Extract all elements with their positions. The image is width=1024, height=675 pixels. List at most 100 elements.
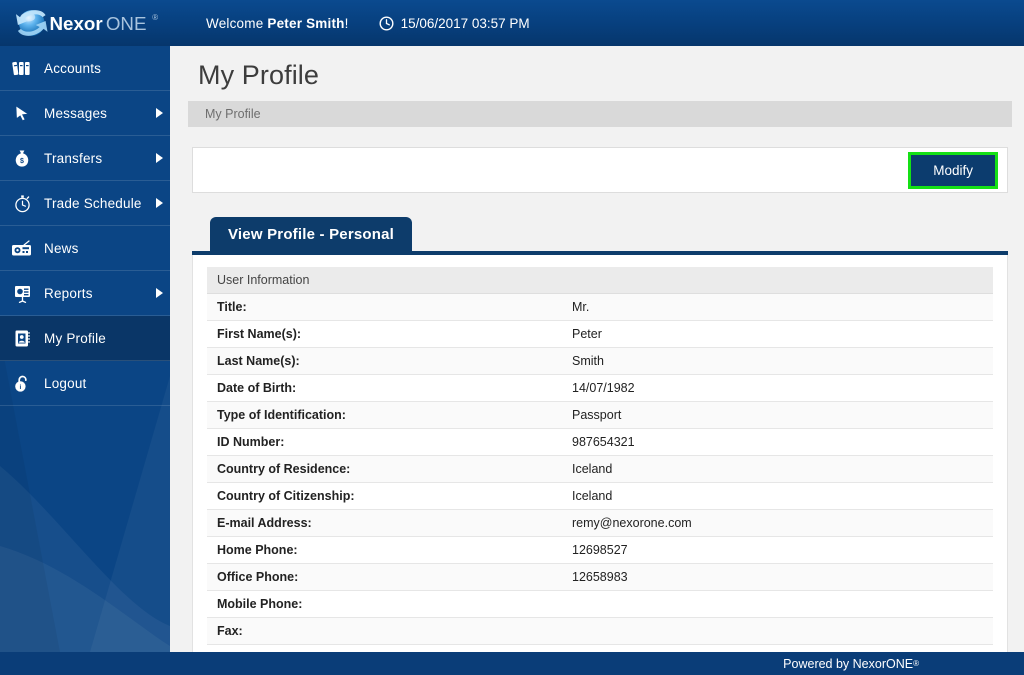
row-value: 12698527 bbox=[562, 536, 993, 564]
app-root: Nexor ONE ® Welcome Peter Smith! 15/06/2… bbox=[0, 0, 1024, 675]
svg-text:i: i bbox=[19, 384, 21, 391]
row-value: Passport bbox=[562, 401, 993, 429]
table-row: Country of Residence: Iceland bbox=[207, 455, 993, 483]
table-row: First Name(s): Peter bbox=[207, 320, 993, 348]
datetime-text: 15/06/2017 03:57 PM bbox=[400, 15, 530, 31]
section-label: User Information bbox=[207, 267, 993, 294]
sidebar-item-label: Trade Schedule bbox=[44, 195, 142, 211]
header-datetime: 15/06/2017 03:57 PM bbox=[379, 16, 530, 31]
row-label: Last Name(s): bbox=[207, 347, 562, 375]
main-content: My Profile My Profile Modify View Profil… bbox=[170, 46, 1024, 659]
row-value: Peter bbox=[562, 320, 993, 348]
sidebar-item-label: News bbox=[44, 240, 79, 256]
table-row: Mobile Phone: bbox=[207, 590, 993, 618]
padlock-icon: i bbox=[0, 374, 44, 393]
profile-table-body: User Information Title: Mr. First Name(s… bbox=[207, 267, 993, 659]
row-label: First Name(s): bbox=[207, 320, 562, 348]
sidebar-item-label: My Profile bbox=[44, 330, 107, 346]
sphere-swoosh-logo-icon: Nexor ONE ® bbox=[15, 10, 158, 36]
sidebar: Accounts Messages $ Transfers Trade Sche… bbox=[0, 46, 170, 652]
row-label: Fax: bbox=[207, 617, 562, 645]
table-row: Type of Identification: Passport bbox=[207, 401, 993, 429]
money-bag-icon: $ bbox=[0, 149, 44, 168]
page-title: My Profile bbox=[198, 60, 320, 90]
row-label: Country of Citizenship: bbox=[207, 482, 562, 510]
tab-strip: View Profile - Personal bbox=[210, 217, 1024, 251]
table-row: Date of Birth: 14/07/1982 bbox=[207, 374, 993, 402]
chevron-right-icon bbox=[148, 288, 170, 298]
sidebar-item-accounts[interactable]: Accounts bbox=[0, 46, 170, 91]
sidebar-item-messages[interactable]: Messages bbox=[0, 91, 170, 136]
sidebar-item-label: Messages bbox=[44, 105, 108, 121]
binders-icon bbox=[0, 59, 44, 77]
profile-table-container: User Information Title: Mr. First Name(s… bbox=[192, 255, 1008, 659]
row-value: Mr. bbox=[562, 293, 993, 321]
table-row: Country of Citizenship: Iceland bbox=[207, 482, 993, 510]
row-value: Smith bbox=[562, 347, 993, 375]
sidebar-item-trade-schedule[interactable]: Trade Schedule bbox=[0, 181, 170, 226]
brand-logo[interactable]: Nexor ONE ® bbox=[0, 0, 170, 46]
table-row: Office Phone: 12658983 bbox=[207, 563, 993, 591]
modify-button[interactable]: Modify bbox=[908, 151, 998, 189]
radio-icon bbox=[0, 239, 44, 257]
welcome-message: Welcome Peter Smith! bbox=[206, 16, 349, 31]
row-value: remy@nexorone.com bbox=[562, 509, 993, 537]
welcome-suffix: ! bbox=[344, 15, 349, 31]
welcome-username: Peter Smith bbox=[267, 15, 345, 31]
profile-table: User Information Title: Mr. First Name(s… bbox=[207, 267, 993, 659]
breadcrumb: My Profile bbox=[188, 101, 1012, 127]
row-value: 987654321 bbox=[562, 428, 993, 456]
table-row: ID Number: 987654321 bbox=[207, 428, 993, 456]
cursor-arrow-icon bbox=[0, 104, 44, 122]
row-label: ID Number: bbox=[207, 428, 562, 456]
table-row: Home Phone: 12698527 bbox=[207, 536, 993, 564]
address-book-icon bbox=[0, 329, 44, 348]
row-label: Country of Residence: bbox=[207, 455, 562, 483]
row-value: 14/07/1982 bbox=[562, 374, 993, 402]
svg-text:ONE: ONE bbox=[106, 13, 147, 34]
table-section-header: User Information bbox=[207, 267, 993, 294]
sidebar-item-reports[interactable]: Reports bbox=[0, 271, 170, 316]
welcome-prefix: Welcome bbox=[206, 15, 268, 31]
tab-view-profile-personal[interactable]: View Profile - Personal bbox=[210, 217, 413, 251]
row-label: Type of Identification: bbox=[207, 401, 562, 429]
row-value bbox=[562, 590, 993, 618]
stopwatch-icon bbox=[0, 194, 44, 213]
row-label: Title: bbox=[207, 293, 562, 321]
row-value: Iceland bbox=[562, 455, 993, 483]
svg-text:Nexor: Nexor bbox=[50, 13, 104, 34]
table-row: Fax: bbox=[207, 617, 993, 645]
sidebar-item-label: Transfers bbox=[44, 150, 103, 166]
row-label: Office Phone: bbox=[207, 563, 562, 591]
svg-text:$: $ bbox=[20, 158, 24, 165]
row-label: E-mail Address: bbox=[207, 509, 562, 537]
footer-bar: Powered by NexorONE ® bbox=[0, 652, 1024, 675]
sidebar-item-news[interactable]: News bbox=[0, 226, 170, 271]
row-value bbox=[562, 617, 993, 645]
row-value: 12658983 bbox=[562, 563, 993, 591]
footer-text: Powered by NexorONE bbox=[783, 656, 914, 671]
row-label: Mobile Phone: bbox=[207, 590, 562, 618]
row-value: Iceland bbox=[562, 482, 993, 510]
chevron-right-icon bbox=[148, 153, 170, 163]
sidebar-item-transfers[interactable]: $ Transfers bbox=[0, 136, 170, 181]
svg-text:®: ® bbox=[152, 13, 158, 22]
sidebar-item-logout[interactable]: i Logout bbox=[0, 361, 170, 406]
sidebar-item-my-profile[interactable]: My Profile bbox=[0, 316, 170, 361]
sidebar-item-label: Accounts bbox=[44, 60, 102, 76]
footer-trademark: ® bbox=[913, 659, 919, 668]
table-row: E-mail Address: remy@nexorone.com bbox=[207, 509, 993, 537]
table-row: Title: Mr. bbox=[207, 293, 993, 321]
sidebar-item-label: Reports bbox=[44, 285, 93, 301]
clock-icon bbox=[379, 15, 394, 31]
table-row: Last Name(s): Smith bbox=[207, 347, 993, 375]
top-header-bar: Nexor ONE ® Welcome Peter Smith! 15/06/2… bbox=[0, 0, 1024, 46]
chevron-right-icon bbox=[148, 198, 170, 208]
row-label: Date of Birth: bbox=[207, 374, 562, 402]
breadcrumb-item: My Profile bbox=[205, 107, 261, 121]
sidebar-nav: Accounts Messages $ Transfers Trade Sche… bbox=[0, 46, 170, 406]
row-label: Home Phone: bbox=[207, 536, 562, 564]
chevron-right-icon bbox=[148, 108, 170, 118]
sidebar-item-label: Logout bbox=[44, 375, 87, 391]
presentation-icon bbox=[0, 284, 44, 303]
